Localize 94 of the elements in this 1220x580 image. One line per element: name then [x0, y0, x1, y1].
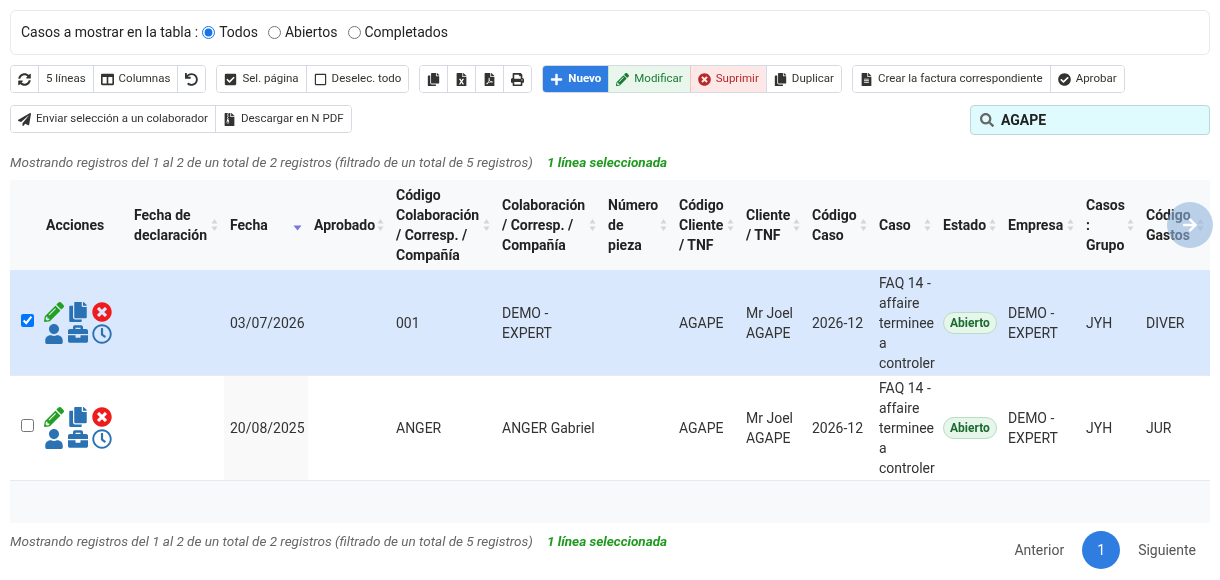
new-button[interactable]: Nuevo — [543, 66, 609, 92]
status-badge: Abierto — [943, 311, 997, 334]
delete-icon[interactable] — [92, 301, 112, 322]
table-cell: Mr Joel AGAPE — [746, 304, 793, 341]
table-cell: 03/07/2026 — [230, 314, 305, 331]
table-cell: 20/08/2025 — [230, 419, 305, 436]
page-link[interactable]: 1 — [1082, 531, 1121, 570]
page-link[interactable]: Anterior — [1004, 531, 1075, 570]
column-header[interactable]: Cliente / TNF — [746, 205, 791, 246]
checked-box-icon — [224, 72, 238, 86]
column-header[interactable]: Código Gastos — [1146, 205, 1195, 246]
copy-icon[interactable] — [68, 406, 88, 427]
column-header[interactable]: Código Cliente / TNF — [679, 195, 725, 256]
table-cell: JYH — [1086, 419, 1113, 436]
edit-button[interactable]: Modificar — [608, 66, 690, 92]
top-selection-count: 1 línea seleccionada — [546, 153, 668, 172]
table-cell: FAQ 14 - affaire terminee a controler — [879, 274, 935, 371]
search-icon — [980, 113, 994, 127]
download-button[interactable]: Descargar en N PDF — [214, 106, 351, 132]
empty-box-icon — [313, 72, 327, 86]
columns-icon — [100, 72, 114, 86]
user-icon[interactable] — [44, 323, 64, 344]
close-icon — [697, 72, 711, 86]
pencil-icon[interactable] — [44, 301, 64, 322]
radio-button[interactable] — [347, 26, 361, 39]
clock-icon[interactable] — [92, 323, 112, 344]
row-checkbox[interactable] — [20, 419, 34, 433]
copy-icon — [427, 72, 441, 86]
column-header[interactable]: Código Colaboración / Corresp. / Compañía — [396, 185, 481, 266]
undo-icon — [185, 72, 199, 86]
table-cell: 2026-12 — [812, 314, 864, 331]
plus-icon — [550, 72, 564, 86]
bottom-info-text: Mostrando registros del 1 al 2 de un total de 2 registros (filtrado de un total de 5 registros) — [10, 532, 533, 552]
page-link[interactable]: Siguiente — [1128, 531, 1206, 570]
clock-icon[interactable] — [92, 428, 112, 449]
pencil-icon — [616, 72, 630, 86]
column-header[interactable]: Fecha — [230, 215, 268, 236]
column-header[interactable]: Código Caso — [812, 205, 858, 246]
briefcase-icon[interactable] — [68, 428, 88, 449]
search-field[interactable]: AGAPE — [970, 105, 1210, 135]
column-header[interactable]: Fecha de declaración — [134, 205, 209, 246]
column-header[interactable]: Aprobado — [314, 215, 376, 236]
table-cell: JYH — [1086, 314, 1113, 331]
column-header[interactable]: Caso — [879, 215, 911, 236]
top-info-text: Mostrando registros del 1 al 2 de un total de 2 registros (filtrado de un total de 5 registros) — [10, 153, 533, 172]
table-cell: Mr Joel AGAPE — [746, 409, 793, 446]
archive-file-icon — [222, 112, 236, 126]
table-cell: DEMO - EXPERT — [1008, 409, 1058, 446]
table-cell: AGAPE — [679, 419, 724, 436]
radio-label: Abiertos — [284, 23, 338, 42]
duplicate-button[interactable]: Duplicar — [765, 66, 841, 92]
filter-label: Casos a mostrar en la tabla : — [21, 23, 199, 42]
delete-button[interactable]: Suprimir — [689, 66, 766, 92]
table-cell: AGAPE — [679, 314, 724, 331]
column-header[interactable]: Colaboración / Corresp. / Compañía — [502, 195, 587, 256]
user-icon[interactable] — [44, 428, 64, 449]
document-icon — [859, 72, 873, 86]
table-cell: ANGER — [396, 419, 442, 436]
excel-file-icon — [455, 72, 469, 86]
table-cell: ANGER Gabriel — [502, 419, 595, 436]
sort-icon[interactable] — [293, 225, 302, 232]
bottom-selection-count: 1 línea seleccionada — [546, 532, 668, 552]
column-header[interactable]: Empresa — [1008, 215, 1064, 236]
deselect-button[interactable]: Deselec. todo — [305, 66, 409, 92]
table-cell: DIVER — [1146, 314, 1185, 331]
column-header[interactable]: Casos : Grupo — [1086, 195, 1125, 256]
print-icon — [511, 72, 525, 86]
print-button[interactable] — [503, 66, 532, 92]
status-badge: Abierto — [943, 416, 997, 439]
approve-button[interactable]: Aprobar — [1049, 66, 1124, 92]
delete-icon[interactable] — [92, 406, 112, 427]
briefcase-icon[interactable] — [68, 323, 88, 344]
column-header[interactable]: Estado — [943, 215, 987, 236]
row-checkbox[interactable] — [20, 314, 34, 327]
table-cell: FAQ 14 - affaire terminee a controler — [879, 379, 935, 476]
table-cell: DEMO - EXPERT — [502, 304, 552, 341]
table-cell: JUR — [1146, 419, 1172, 436]
undo-button[interactable] — [177, 66, 206, 92]
radio-button[interactable] — [267, 26, 281, 39]
copy-icon — [773, 72, 787, 86]
table-cell: 001 — [396, 314, 420, 331]
radio-button[interactable] — [202, 26, 216, 39]
table-row[interactable]: 20/08/2025 ANGER ANGER Gabriel AGAPE Mr Joel AGAPE 2026-12 FAQ 14 - affaire terminee a controler Abierto DEMO - EXPERT JYH JUR — [10, 375, 1210, 481]
column-header[interactable]: Número de pieza — [608, 195, 659, 256]
send-icon — [18, 112, 31, 126]
pencil-icon[interactable] — [44, 406, 64, 427]
pdf-file-icon — [483, 72, 497, 86]
refresh-icon — [18, 72, 31, 86]
copy-icon[interactable] — [68, 301, 88, 322]
table-cell: 2026-12 — [812, 419, 864, 436]
radio-label: Completados — [364, 23, 448, 42]
radio-label: Todos — [219, 23, 258, 42]
column-header[interactable]: Acciones — [46, 215, 105, 236]
table-cell: DEMO - EXPERT — [1008, 304, 1058, 341]
